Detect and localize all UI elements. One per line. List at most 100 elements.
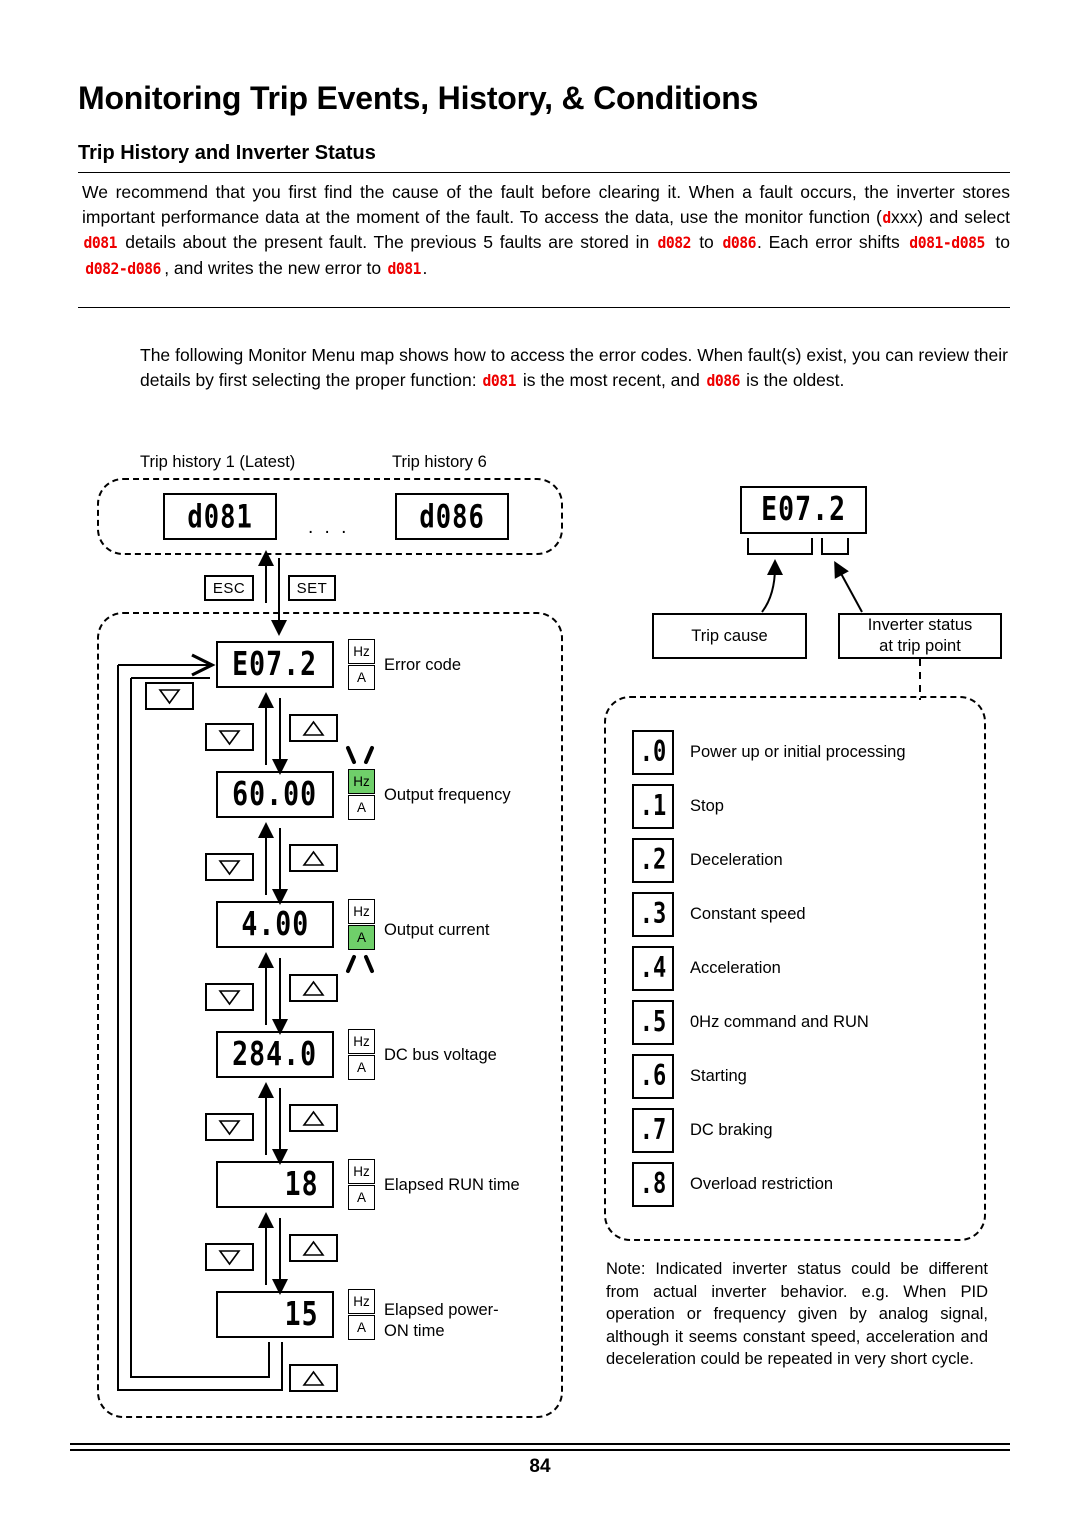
- unit-a-indicator: A: [348, 1315, 375, 1340]
- display-trip-code-callout[interactable]: E07.2: [740, 486, 867, 534]
- status-code-box: .2: [632, 838, 674, 883]
- code-d086-oldest: d086: [706, 370, 740, 390]
- monitor-map-paragraph: The following Monitor Menu map shows how…: [140, 343, 1008, 393]
- unit-hz-indicator: Hz: [348, 639, 375, 664]
- trip-history-last-label: Trip history 6: [392, 453, 487, 471]
- status-code-value: .6: [639, 1060, 667, 1093]
- unit-a-indicator-active: A: [348, 925, 375, 950]
- code-d081-end: d081: [387, 258, 422, 278]
- display-elapsed-run-time[interactable]: 18: [216, 1161, 334, 1208]
- display-trip-history-first[interactable]: d081: [163, 493, 277, 540]
- status-code-box: .0: [632, 730, 674, 775]
- intro-text-h: .: [422, 257, 428, 278]
- unit-hz-indicator: Hz: [348, 1159, 375, 1184]
- status-code-box: .7: [632, 1108, 674, 1153]
- status-code-box: .5: [632, 1000, 674, 1045]
- section-heading: Trip History and Inverter Status: [78, 142, 376, 164]
- intro-text-d: to: [692, 232, 721, 252]
- display-value: 18: [284, 1165, 319, 1204]
- status-code-box: .1: [632, 784, 674, 829]
- status-note: Note: Indicated inverter status could be…: [606, 1260, 988, 1368]
- unit-a-indicator: A: [348, 665, 375, 690]
- callout-leaders: [761, 559, 863, 613]
- trip-cause-callout: Trip cause: [652, 613, 807, 659]
- display-error-code[interactable]: E07.2: [216, 641, 334, 688]
- code-d082-d086: d082-d086: [85, 258, 161, 278]
- intro2-text-c: is the oldest.: [741, 369, 845, 390]
- status-code-box: .8: [632, 1162, 674, 1207]
- unit-a-indicator: A: [348, 1055, 375, 1080]
- intro2-text-b: is the most recent, and: [517, 369, 705, 390]
- display-trip-history-last[interactable]: d086: [395, 493, 509, 540]
- intro-rule: [78, 307, 1010, 308]
- document-page: Monitoring Trip Events, History, & Condi…: [0, 0, 1080, 1526]
- heading-rule: [78, 172, 1010, 173]
- code-braces: [747, 538, 849, 555]
- esc-key[interactable]: ESC: [204, 575, 254, 601]
- chain-label-output-frequency: Output frequency: [384, 786, 511, 804]
- inverter-status-callout: Inverter status at trip point: [838, 613, 1002, 659]
- status-code-desc: Overload restriction: [690, 1175, 834, 1193]
- chain-label-elapsed-power-on-time: Elapsed power- ON time: [384, 1301, 499, 1340]
- chain-label-error-code: Error code: [384, 656, 462, 674]
- status-code-desc: 0Hz command and RUN: [690, 1013, 869, 1031]
- unit-a-indicator: A: [348, 1185, 375, 1210]
- page-number: 84: [529, 1456, 551, 1477]
- status-code-box: .4: [632, 946, 674, 991]
- footer-rule: [70, 1443, 1010, 1451]
- chain-label-output-current: Output current: [384, 921, 490, 939]
- code-d081: d081: [83, 233, 118, 252]
- chain-label-dc-bus-voltage: DC bus voltage: [384, 1046, 497, 1064]
- code-d081-recent: d081: [482, 370, 517, 390]
- display-output-current[interactable]: 4.00: [216, 901, 334, 948]
- status-code-desc: Acceleration: [690, 959, 781, 977]
- status-code-value: .7: [639, 1114, 667, 1147]
- status-code-value: .3: [639, 898, 667, 931]
- chain-label-elapsed-run-time: Elapsed RUN time: [384, 1176, 520, 1194]
- status-code-value: .4: [639, 952, 667, 985]
- status-code-value: .8: [639, 1168, 667, 1201]
- display-elapsed-power-on-time[interactable]: 15: [216, 1291, 334, 1338]
- status-code-desc: DC braking: [690, 1121, 773, 1139]
- intro-text-f: to: [988, 232, 1010, 252]
- ellipsis: . . .: [308, 517, 350, 538]
- trip-history-first-label: Trip history 1 (Latest): [140, 453, 296, 471]
- display-value: 15: [284, 1295, 319, 1334]
- display-value: d086: [419, 497, 485, 536]
- status-code-desc: Constant speed: [690, 905, 806, 923]
- intro-text-c: details about the present fault. The pre…: [118, 232, 656, 252]
- status-code-desc: Stop: [690, 797, 724, 815]
- display-value: 60.00: [232, 775, 318, 814]
- status-code-box: .3: [632, 892, 674, 937]
- intro-text-a: We recommend that you first find the cau…: [82, 182, 1010, 227]
- status-code-desc: Power up or initial processing: [690, 743, 906, 761]
- status-code-value: .1: [639, 790, 667, 823]
- set-key[interactable]: SET: [288, 575, 336, 601]
- display-dc-bus-voltage[interactable]: 284.0: [216, 1031, 334, 1078]
- intro-text-b: xxx) and select: [891, 206, 1010, 227]
- unit-hz-indicator: Hz: [348, 1289, 375, 1314]
- intro-text-g: , and writes the new error to: [164, 257, 386, 278]
- unit-hz-indicator: Hz: [348, 1029, 375, 1054]
- display-value: 4.00: [241, 905, 309, 944]
- display-value: E07.2: [232, 645, 318, 684]
- status-code-value: .0: [639, 736, 667, 769]
- page-title: Monitoring Trip Events, History, & Condi…: [78, 80, 759, 116]
- status-code-value: .5: [639, 1006, 667, 1039]
- display-value: d081: [187, 497, 253, 536]
- code-d081-d085: d081-d085: [909, 233, 986, 252]
- status-code-value: .2: [639, 844, 667, 877]
- display-value: 284.0: [232, 1035, 318, 1074]
- display-output-frequency[interactable]: 60.00: [216, 771, 334, 818]
- intro-text-e: . Each error shifts: [757, 232, 907, 252]
- code-d082: d082: [657, 233, 692, 252]
- status-code-desc: Deceleration: [690, 851, 783, 869]
- unit-hz-indicator-active: Hz: [348, 769, 375, 794]
- intro-paragraph: We recommend that you first find the cau…: [82, 180, 1010, 281]
- status-code-box: .6: [632, 1054, 674, 1099]
- code-d086: d086: [721, 233, 756, 252]
- status-code-desc: Starting: [690, 1067, 747, 1085]
- unit-a-indicator: A: [348, 795, 375, 820]
- code-d-prefix: d: [882, 207, 891, 227]
- unit-hz-indicator: Hz: [348, 899, 375, 924]
